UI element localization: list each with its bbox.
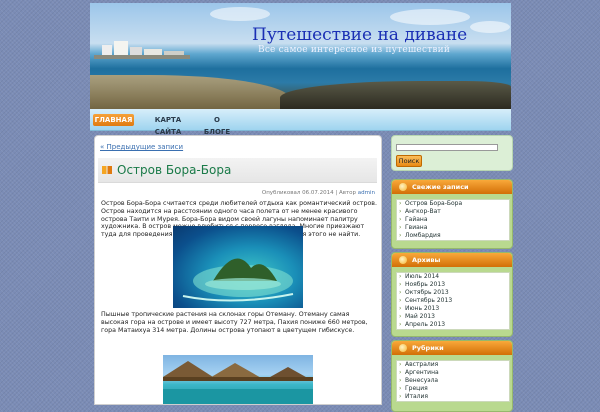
category-link[interactable]: Венесуэла [397, 377, 509, 385]
archives-list: Июль 2014 Ноябрь 2013 Октябрь 2013 Сентя… [396, 272, 510, 330]
post-author-link[interactable]: admin [358, 190, 375, 196]
post-image-island [173, 226, 303, 308]
archive-link[interactable]: Ноябрь 2013 [397, 281, 509, 289]
categories-widget: Рубрики Австралия Аргентина Венесуэла Гр… [391, 340, 513, 412]
sidebar: Поиск Свежие записи Остров Бора-Бора Анг… [391, 135, 513, 412]
recent-post-link[interactable]: Ангкор-Ват [397, 208, 509, 216]
recent-post-link[interactable]: Гвиана [397, 224, 509, 232]
recent-posts-widget: Свежие записи Остров Бора-Бора Ангкор-Ва… [391, 179, 513, 249]
archive-link[interactable]: Апрель 2013 [397, 321, 509, 329]
post-title[interactable]: Остров Бора-Бора [117, 163, 231, 177]
widget-title: Свежие записи [392, 180, 512, 194]
archive-link[interactable]: Июнь 2013 [397, 305, 509, 313]
widget-sun-icon [399, 256, 407, 264]
archives-widget: Архивы Июль 2014 Ноябрь 2013 Октябрь 201… [391, 252, 513, 337]
site-title[interactable]: Путешествие на диване [252, 25, 467, 45]
nav-home[interactable]: ГЛАВНАЯ [93, 114, 134, 126]
archive-link[interactable]: Сентябрь 2013 [397, 297, 509, 305]
widget-sun-icon [399, 183, 407, 191]
archive-link[interactable]: Июль 2014 [397, 273, 509, 281]
widget-title: Архивы [392, 253, 512, 267]
post-meta: Опубликовал 06.07.2014 | Автор admin [262, 190, 375, 196]
categories-list: Австралия Аргентина Венесуэла Греция Ита… [396, 360, 510, 402]
recent-post-link[interactable]: Гайана [397, 216, 509, 224]
post-image-bungalows [163, 355, 313, 404]
recent-posts-list: Остров Бора-Бора Ангкор-Ват Гайана Гвиан… [396, 199, 510, 241]
town-image [94, 41, 190, 59]
previous-posts-link[interactable]: « Предыдущие записи [100, 143, 183, 151]
recent-post-link[interactable]: Ломбардия [397, 232, 509, 240]
widget-title: Рубрики [392, 341, 512, 355]
widget-sun-icon [399, 344, 407, 352]
nav-sitemap[interactable]: КАРТА САЙТА [145, 114, 191, 136]
book-icon [102, 166, 112, 174]
post-date: Опубликовал 06.07.2014 | Автор [261, 190, 358, 196]
category-link[interactable]: Греция [397, 385, 509, 393]
header-banner: Путешествие на диване Все самое интересн… [90, 3, 511, 109]
post-header: Остров Бора-Бора [98, 158, 377, 183]
site-description: Все самое интересное из путешествий [258, 45, 451, 55]
recent-post-link[interactable]: Остров Бора-Бора [397, 200, 509, 208]
nav-about[interactable]: О БЛОГЕ [202, 114, 232, 136]
category-link[interactable]: Аргентина [397, 369, 509, 377]
archive-link[interactable]: Октябрь 2013 [397, 289, 509, 297]
search-input[interactable] [396, 144, 498, 151]
category-link[interactable]: Австралия [397, 361, 509, 369]
main-content: « Предыдущие записи Остров Бора-Бора Опу… [94, 135, 382, 405]
page-wrapper: Путешествие на диване Все самое интересн… [90, 3, 513, 412]
post: Остров Бора-Бора Опубликовал 06.07.2014 … [98, 158, 377, 404]
archive-link[interactable]: Май 2013 [397, 313, 509, 321]
post-paragraph: Пышные тропические растения на склонах г… [101, 311, 368, 334]
main-nav: ГЛАВНАЯ КАРТА САЙТА О БЛОГЕ [90, 109, 511, 136]
search-button[interactable]: Поиск [396, 155, 422, 167]
search-widget: Поиск [391, 135, 513, 171]
